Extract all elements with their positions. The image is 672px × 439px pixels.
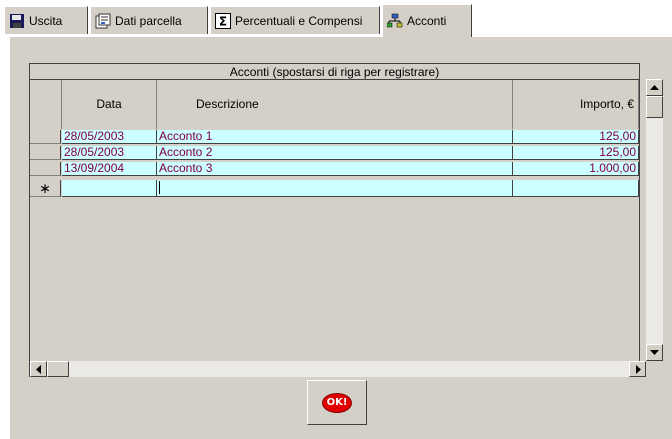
ok-label: OK! [322,392,352,413]
scroll-right-button[interactable] [629,361,646,377]
column-header-importo[interactable]: Importo, € [513,80,639,129]
scroll-thumb-vertical[interactable] [646,96,663,118]
new-record-marker: ∗ [30,180,61,197]
scroll-left-button[interactable] [30,361,47,377]
new-cell-importo[interactable] [513,180,639,197]
scroll-up-button[interactable] [646,79,663,96]
cell-importo[interactable]: 1.000,00 [513,162,639,176]
text-cursor [159,181,160,194]
tab-label: Uscita [29,13,63,28]
row-selector[interactable] [30,162,61,176]
new-cell-descrizione[interactable] [157,180,513,197]
scroll-down-button[interactable] [646,344,663,361]
tab-uscita[interactable]: Uscita [4,6,88,34]
column-header-data[interactable]: Data [62,80,157,129]
acconti-grid[interactable]: Acconti (spostarsi di riga per registrar… [29,63,640,377]
new-record-row[interactable]: ∗ [30,180,639,197]
column-header-descrizione[interactable]: Descrizione [157,80,513,129]
tab-percentuali-compensi[interactable]: Σ Percentuali e Compensi [210,6,380,34]
new-cell-data[interactable] [62,180,157,197]
table-row[interactable]: 13/09/2004 Acconto 3 1.000,00 [30,162,639,176]
table-row[interactable]: 28/05/2003 Acconto 1 125,00 [30,130,639,144]
tab-label: Acconti [407,14,447,28]
grid-header-row: Data Descrizione Importo, € [30,80,639,129]
row-selector-header [30,80,62,129]
scrollbar-corner [646,361,663,377]
tab-acconti[interactable]: Acconti [382,4,472,37]
tab-dati-parcella[interactable]: Dati parcella [90,6,208,34]
ok-button[interactable]: OK! [307,380,367,425]
cell-importo[interactable]: 125,00 [513,146,639,160]
network-icon [386,13,403,29]
cell-data[interactable]: 28/05/2003 [62,130,157,144]
sigma-icon: Σ [215,12,231,29]
tab-strip: Uscita Dati parcella Σ Percentuali e Com… [0,0,672,40]
cell-descrizione[interactable]: Acconto 1 [157,130,513,144]
cell-importo[interactable]: 125,00 [513,130,639,144]
document-properties-icon [95,13,111,29]
grid-caption: Acconti (spostarsi di riga per registrar… [30,64,639,80]
scroll-thumb-horizontal[interactable] [47,361,69,377]
cell-descrizione[interactable]: Acconto 3 [157,162,513,176]
row-selector[interactable] [30,146,61,160]
cell-data[interactable]: 28/05/2003 [62,146,157,160]
cell-descrizione[interactable]: Acconto 2 [157,146,513,160]
table-row[interactable]: 28/05/2003 Acconto 2 125,00 [30,146,639,160]
horizontal-scrollbar[interactable] [30,361,646,377]
vertical-scrollbar[interactable] [646,79,663,361]
row-selector[interactable] [30,130,61,144]
floppy-disk-icon [9,13,25,29]
cell-data[interactable]: 13/09/2004 [62,162,157,176]
svg-text:Σ: Σ [219,14,227,28]
tab-label: Dati parcella [115,13,182,28]
tab-label: Percentuali e Compensi [235,13,363,28]
